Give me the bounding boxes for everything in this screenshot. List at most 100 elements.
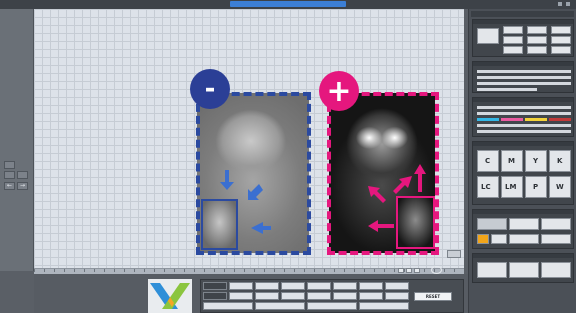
option-button-5[interactable] [527, 36, 547, 44]
channel-p-label: P [533, 183, 539, 191]
document-tab[interactable] [230, 1, 346, 7]
ruler-tick [174, 269, 175, 272]
ruler-tick [194, 269, 195, 272]
ruler-tick [214, 269, 215, 272]
option-button-1[interactable] [503, 26, 523, 34]
ruler-tick [84, 269, 85, 272]
ruler-tick [314, 269, 315, 272]
ruler-tick [274, 269, 275, 272]
magenta-swatch [501, 118, 523, 121]
media-row-2[interactable] [477, 76, 571, 79]
right-block-ink-levels [472, 97, 574, 137]
tool-undo-button[interactable] [4, 171, 15, 179]
left-toolstrip: ← → [0, 9, 34, 271]
option-button-2[interactable] [527, 26, 547, 34]
bottom-option-11[interactable] [255, 292, 279, 300]
arrow-icon [368, 164, 426, 232]
bottom-option-3[interactable] [255, 282, 279, 290]
option-button-6[interactable] [551, 36, 571, 44]
channel-c-button[interactable]: C [477, 150, 499, 172]
channel-y-button[interactable]: Y [525, 150, 547, 172]
ruler-tick [134, 269, 135, 272]
ruler-tick [154, 269, 155, 272]
block-title-bar [473, 20, 573, 24]
right-block-orientation [472, 19, 574, 57]
ruler-tick [294, 269, 295, 272]
tool-button-1[interactable] [477, 218, 507, 230]
bottom-option-7[interactable] [359, 282, 383, 290]
bottom-option-15[interactable] [359, 292, 383, 300]
option-button-7[interactable] [503, 46, 523, 54]
ruler-tick [244, 269, 245, 272]
bottom-option-2[interactable] [229, 282, 253, 290]
tool-rotate-button[interactable] [4, 161, 15, 169]
bottom-option-14[interactable] [333, 292, 357, 300]
ruler-tick [304, 269, 305, 272]
action-button-1[interactable] [477, 262, 507, 278]
bottom-option-20[interactable] [359, 302, 409, 310]
tool-button-3[interactable] [541, 218, 571, 230]
ruler-tick [374, 269, 375, 272]
bottom-option-10[interactable] [229, 292, 253, 300]
right-block-media [472, 61, 574, 93]
tool-button-6[interactable] [541, 234, 571, 244]
bottom-option-5[interactable] [307, 282, 331, 290]
channel-lm-button[interactable]: LM [501, 176, 523, 198]
reset-button[interactable]: RESET [414, 292, 452, 301]
channel-w-button[interactable]: W [549, 176, 571, 198]
canvas-side-button[interactable] [447, 250, 461, 258]
ruler-tick [54, 269, 55, 272]
bottom-option-9[interactable] [203, 292, 227, 300]
app-logo-icon [148, 279, 192, 313]
bottom-option-13[interactable] [307, 292, 331, 300]
channel-lc-button[interactable]: LC [477, 176, 499, 198]
action-button-3[interactable] [541, 262, 571, 278]
action-button-2[interactable] [509, 262, 539, 278]
bottom-option-8[interactable] [385, 282, 409, 290]
bottom-option-19[interactable] [307, 302, 357, 310]
ruler-tick [124, 269, 125, 272]
bottom-option-17[interactable] [203, 302, 253, 310]
bottom-option-4[interactable] [281, 282, 305, 290]
ruler-tick [454, 269, 455, 272]
media-row-3[interactable] [477, 82, 571, 85]
ruler-tick [114, 269, 115, 272]
tool-button-2[interactable] [509, 218, 539, 230]
orientation-button[interactable] [477, 28, 499, 44]
ruler-tick [34, 269, 35, 272]
arrow-left-icon[interactable]: ← [4, 182, 15, 190]
bottom-option-1[interactable] [203, 282, 227, 290]
bottom-option-16[interactable] [385, 292, 409, 300]
channel-p-button[interactable]: P [525, 176, 547, 198]
right-settings-panel: C M Y K LC LM P W [468, 9, 576, 313]
tool-button-4[interactable] [491, 234, 507, 244]
ruler-tick [184, 269, 185, 272]
right-panel-header [471, 11, 574, 17]
zoom-in-button[interactable] [414, 268, 420, 273]
warning-button[interactable] [477, 234, 489, 244]
tool-button-5[interactable] [509, 234, 539, 244]
minimize-button[interactable] [558, 2, 562, 6]
option-button-4[interactable] [503, 36, 523, 44]
minus-badge-label: - [204, 74, 216, 104]
option-button-9[interactable] [551, 46, 571, 54]
media-row-1[interactable] [477, 70, 571, 73]
bottom-option-12[interactable] [281, 292, 305, 300]
minus-badge-icon: - [190, 69, 230, 109]
channel-m-button[interactable]: M [501, 150, 523, 172]
right-block-tools [472, 209, 574, 249]
option-button-8[interactable] [527, 46, 547, 54]
media-row-4[interactable] [477, 88, 537, 91]
tool-redo-button[interactable] [17, 171, 28, 179]
arrow-right-icon[interactable]: → [17, 182, 28, 190]
zoom-out-button[interactable] [398, 268, 404, 273]
bottom-option-6[interactable] [333, 282, 357, 290]
zoom-fit-button[interactable] [406, 268, 412, 273]
channel-c-label: C [485, 157, 491, 165]
bottom-option-18[interactable] [255, 302, 305, 310]
block-title-bar [473, 142, 573, 146]
close-button[interactable] [566, 2, 570, 6]
block-title-bar [473, 210, 573, 214]
channel-k-button[interactable]: K [549, 150, 571, 172]
option-button-3[interactable] [551, 26, 571, 34]
